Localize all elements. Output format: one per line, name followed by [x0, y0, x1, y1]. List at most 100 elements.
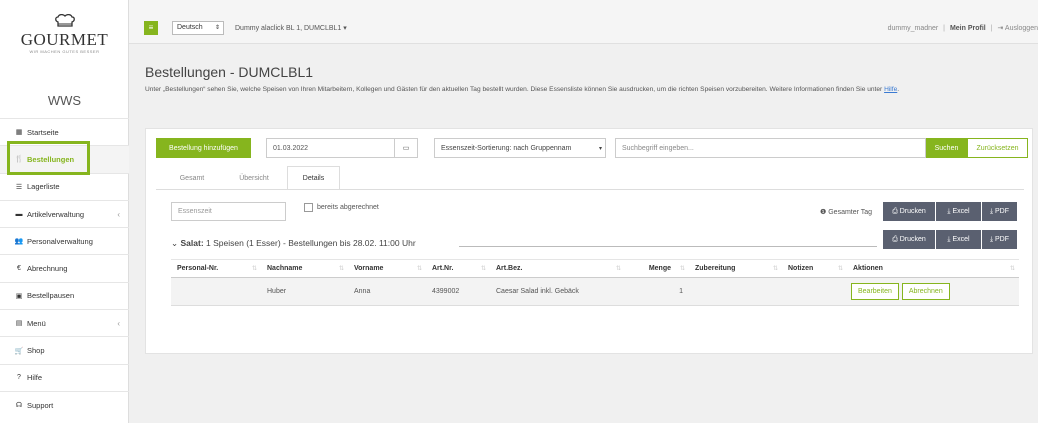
sidebar-item-label: Artikelverwaltung [27, 209, 85, 219]
sidebar-item-bestellpausen[interactable]: ▣ Bestellpausen [0, 281, 129, 309]
sidebar-item-label: Support [27, 400, 54, 410]
search-button[interactable]: Suchen [926, 138, 967, 158]
description-suffix: . [897, 86, 900, 93]
sort-icon: ⇅ [416, 266, 422, 272]
add-order-button[interactable]: Bestellung hinzufügen [156, 138, 251, 158]
settled-checkbox[interactable] [304, 203, 313, 212]
cell-art-bez: Caesar Salad inkl. Gebäck [490, 277, 625, 306]
menu-toggle-button[interactable]: ≡ [144, 21, 158, 35]
grid-icon: ▦ [15, 129, 23, 137]
sidebar-item-menu[interactable]: ▤ Menü ‹ [0, 309, 129, 336]
pdf-label: PDF [995, 208, 1010, 215]
chevron-down-icon[interactable]: ⌄ [171, 238, 178, 248]
print-label: Drucken [899, 208, 926, 215]
tab-uebersicht[interactable]: Übersicht [226, 166, 282, 190]
profile-link[interactable]: Mein Profil [950, 25, 986, 32]
user-menu: dummy_madner | Mein Profil | ⇥ Ausloggen [888, 24, 1038, 32]
column-header-menge[interactable]: Menge ⇅ [625, 259, 689, 278]
sidebar-item-hilfe[interactable]: ? Hilfe [0, 363, 129, 391]
logout-link[interactable]: Ausloggen [1005, 25, 1038, 32]
excel-section-button[interactable]: ⤓ Excel [936, 230, 981, 249]
sort-icon: ⇅ [251, 266, 257, 272]
calendar-button[interactable]: ▭ [394, 138, 418, 158]
language-value: Deutsch [177, 24, 203, 31]
cell-menge: 1 [625, 277, 689, 306]
pdf-day-button[interactable]: ⤓ PDF [982, 202, 1017, 221]
sidebar-item-support[interactable]: ☊ Support [0, 390, 129, 418]
sidebar-item-label: Bestellpausen [27, 291, 75, 301]
excel-day-button[interactable]: ⤓ Excel [936, 202, 981, 221]
sort-icon: ⇅ [480, 266, 486, 272]
column-header-art-bez[interactable]: Art.Bez. ⇅ [490, 259, 625, 278]
page-title: Bestellungen - DUMCLBL1 [145, 64, 314, 80]
divider: | [990, 25, 993, 32]
calendar-icon: ▣ [15, 292, 23, 300]
gourmet-logo[interactable]: GOURMET WIR MACHEN GUTES BESSER [0, 13, 129, 54]
cell-zubereitung [689, 277, 782, 306]
sort-select[interactable]: Essenszeit-Sortierung: nach Gruppennam ▾ [434, 138, 606, 158]
pdf-label: PDF [995, 236, 1010, 243]
chevron-left-icon: ‹ [117, 318, 120, 328]
print-section-button[interactable]: ⎙ Drucken [883, 230, 935, 249]
caret-down-icon: ▾ [343, 25, 347, 32]
divider: | [943, 25, 945, 32]
column-header-art-nr[interactable]: Art.Nr. ⇅ [426, 259, 490, 278]
username: dummy_madner [887, 25, 939, 32]
mealtime-input[interactable]: Essenszeit [171, 202, 286, 221]
sidebar-item-personalverwaltung[interactable]: 👥 Personalverwaltung [0, 227, 129, 254]
sidebar-item-label: Lagerliste [27, 182, 60, 192]
sidebar-item-label: Startseite [27, 127, 59, 137]
date-input[interactable]: 01.03.2022 [266, 138, 395, 158]
language-select[interactable]: Deutsch ⇕ [172, 21, 224, 35]
reset-button[interactable]: Zurücksetzen [967, 138, 1028, 158]
tab-details[interactable]: Details [287, 166, 340, 190]
print-day-button[interactable]: ⎙ Drucken [883, 202, 935, 221]
column-header-aktionen[interactable]: Aktionen ⇅ [847, 259, 1019, 278]
section-divider [459, 246, 877, 247]
calendar-icon: ▭ [402, 145, 410, 152]
info-icon: ❶ [820, 209, 827, 216]
sidebar-item-artikelverwaltung[interactable]: ▬ Artikelverwaltung ‹ [0, 199, 129, 227]
sidebar-item-abrechnung[interactable]: € Abrechnung [0, 254, 129, 281]
search-input[interactable]: Suchbegriff eingeben... [615, 138, 926, 158]
logo-tagline: WIR MACHEN GUTES BESSER [29, 49, 100, 54]
print-icon: ⎙ [892, 235, 900, 243]
section-category: Salat: [180, 238, 204, 248]
truck-icon: ▬ [15, 210, 23, 218]
sidebar-item-lagerliste[interactable]: ☰ Lagerliste [0, 172, 129, 200]
column-header-notizen[interactable]: Notizen ⇅ [782, 259, 847, 278]
settled-label: bereits abgerechnet [317, 204, 379, 211]
settle-button[interactable]: Abrechnen [901, 283, 950, 300]
topbar: ≡ Deutsch ⇕ Dummy alaclick BL 1, DUMCLBL… [129, 0, 1038, 44]
question-icon: ? [17, 374, 21, 382]
column-header-zubereitung[interactable]: Zubereitung ⇅ [689, 259, 782, 278]
cell-notizen [782, 277, 847, 306]
sidebar-item-shop[interactable]: 🛒 Shop [0, 336, 129, 363]
column-header-personal-nr[interactable]: Personal-Nr. ⇅ [171, 259, 261, 278]
page-description: Unter „Bestellungen“ sehen Sie, welche S… [145, 85, 1033, 94]
column-header-nachname[interactable]: Nachname ⇅ [261, 259, 348, 278]
list-icon: ☰ [15, 183, 23, 191]
description-text: Unter „Bestellungen“ sehen Sie, welche S… [145, 86, 883, 93]
sidebar-item-label: Shop [27, 346, 45, 356]
tab-gesamt[interactable]: Gesamt [166, 166, 218, 190]
whole-day-label: ❶ Gesamter Tag [820, 208, 872, 216]
edit-button[interactable]: Bearbeiten [851, 283, 899, 300]
cart-icon: 🛒 [14, 347, 24, 355]
users-icon: 👥 [14, 238, 24, 246]
cell-aktionen: Bearbeiten Abrechnen [847, 277, 1019, 306]
column-header-vorname[interactable]: Vorname ⇅ [348, 259, 426, 278]
help-link[interactable]: Hilfe [884, 86, 897, 93]
document-icon: ▤ [15, 320, 23, 328]
caret-down-icon: ▾ [598, 145, 602, 152]
section-heading: ⌄ Salat: 1 Speisen (1 Esser) - Bestellun… [171, 238, 416, 249]
cell-art-nr: 4399002 [426, 277, 490, 306]
excel-label: Excel [952, 208, 970, 215]
sort-icon: ⇅ [1009, 266, 1015, 272]
customer-select[interactable]: Dummy alaclick BL 1, DUMCLBL1 ▾ [235, 24, 347, 32]
sidebar-item-label: Personalverwaltung [27, 236, 93, 246]
sidebar-item-label: Abrechnung [27, 264, 68, 274]
pdf-section-button[interactable]: ⤓ PDF [982, 230, 1017, 249]
highlight-frame [7, 141, 90, 175]
chef-hat-icon [0, 13, 129, 31]
